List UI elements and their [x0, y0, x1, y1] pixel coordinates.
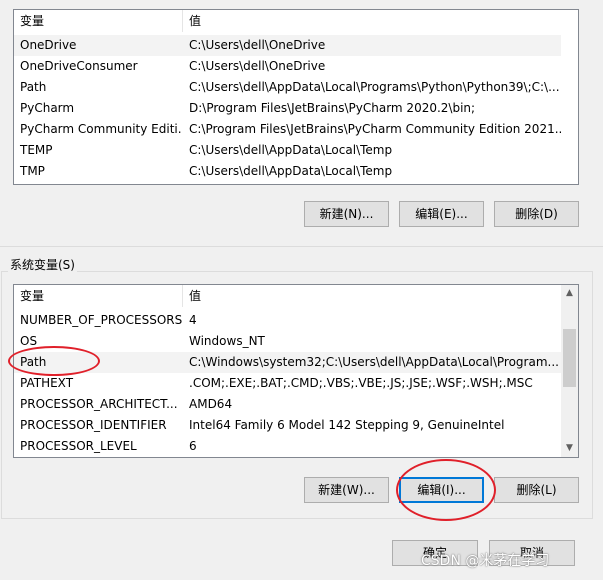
user-variables-header: 变量 值 [14, 10, 578, 32]
row-variable-name: PROCESSOR_ARCHITECT... [20, 397, 178, 411]
row-variable-name: OneDrive [20, 38, 77, 52]
row-variable-value: C:\Users\dell\AppData\Local\Temp [189, 143, 393, 157]
table-row[interactable]: OneDriveConsumer C:\Users\dell\OneDrive [14, 56, 561, 77]
scroll-up-arrow-icon[interactable]: ▲ [561, 285, 578, 302]
row-variable-value: Windows_NT [189, 334, 265, 348]
table-row[interactable]: TEMP C:\Users\dell\AppData\Local\Temp [14, 140, 561, 161]
row-variable-name: PyCharm Community Editi... [20, 122, 182, 136]
user-variables-list[interactable]: 变量 值 OneDrive C:\Users\dell\OneDrive One… [13, 9, 579, 185]
column-header-variable[interactable]: 变量 [14, 10, 182, 32]
path-highlight-circle [8, 346, 100, 376]
row-variable-value: C:\Users\dell\AppData\Local\Temp [189, 164, 393, 178]
row-variable-name: NUMBER_OF_PROCESSORS [20, 313, 182, 327]
row-variable-value: D:\Program Files\JetBrains\PyCharm 2020.… [189, 101, 476, 115]
table-row[interactable]: PyCharm D:\Program Files\JetBrains\PyCha… [14, 98, 561, 119]
row-variable-value: C:\Users\dell\OneDrive [189, 38, 326, 52]
system-variables-list[interactable]: 变量 值 NUMBER_OF_PROCESSORS 4 OS Windows_N… [13, 284, 579, 458]
row-variable-name: PROCESSOR_IDENTIFIER [20, 418, 167, 432]
table-row[interactable]: PROCESSOR_LEVEL 6 [14, 436, 561, 457]
row-variable-name: PROCESSOR_LEVEL [20, 439, 137, 453]
row-variable-value: AMD64 [189, 397, 233, 411]
scroll-down-arrow-icon[interactable]: ▼ [561, 440, 578, 457]
user-delete-button[interactable]: 删除(D) [494, 201, 579, 227]
row-variable-name: TEMP [20, 143, 53, 157]
user-edit-button[interactable]: 编辑(E)... [399, 201, 484, 227]
row-variable-value: .COM;.EXE;.BAT;.CMD;.VBS;.VBE;.JS;.JSE;.… [189, 376, 533, 390]
table-row[interactable]: PyCharm Community Editi... C:\Program Fi… [14, 119, 561, 140]
table-row[interactable]: NUMBER_OF_PROCESSORS 4 [14, 310, 561, 331]
row-variable-value: C:\Program Files\JetBrains\PyCharm Commu… [189, 122, 561, 136]
edit-button-highlight-circle [396, 459, 496, 521]
watermark: CSDN @米茅在学习 [421, 553, 550, 569]
vertical-scrollbar[interactable]: ▲ ▼ [561, 285, 578, 457]
column-header-variable[interactable]: 变量 [14, 285, 182, 307]
scrollbar-thumb[interactable] [563, 329, 576, 387]
system-new-button[interactable]: 新建(W)... [304, 477, 389, 503]
row-variable-name: PyCharm [20, 101, 75, 115]
row-variable-value: C:\Windows\system32;C:\Users\dell\AppDat… [189, 355, 559, 369]
table-row[interactable]: PROCESSOR_IDENTIFIER Intel64 Family 6 Mo… [14, 415, 561, 436]
column-header-value[interactable]: 值 [183, 285, 559, 307]
row-variable-value: 6 [189, 439, 197, 453]
table-row[interactable]: PATHEXT .COM;.EXE;.BAT;.CMD;.VBS;.VBE;.J… [14, 373, 561, 394]
table-row[interactable]: PROCESSOR_ARCHITECT... AMD64 [14, 394, 561, 415]
row-variable-name: PATHEXT [20, 376, 74, 390]
column-header-value[interactable]: 值 [183, 10, 563, 32]
row-variable-name: Path [20, 80, 47, 94]
row-variable-value: C:\Users\dell\AppData\Local\Programs\Pyt… [189, 80, 560, 94]
row-variable-value: Intel64 Family 6 Model 142 Stepping 9, G… [189, 418, 505, 432]
row-variable-value: C:\Users\dell\OneDrive [189, 59, 326, 73]
system-variables-header: 变量 值 [14, 285, 578, 307]
system-variables-label: 系统变量(S) [8, 258, 77, 272]
table-row[interactable]: OneDrive C:\Users\dell\OneDrive [14, 35, 561, 56]
row-variable-name: TMP [20, 164, 45, 178]
row-variable-value: 4 [189, 313, 197, 327]
user-variables-group-frame [0, 246, 603, 247]
table-row[interactable]: TMP C:\Users\dell\AppData\Local\Temp [14, 161, 561, 182]
table-row[interactable]: OS Windows_NT [14, 331, 561, 352]
user-new-button[interactable]: 新建(N)... [304, 201, 389, 227]
table-row[interactable]: Path C:\Users\dell\AppData\Local\Program… [14, 77, 561, 98]
row-variable-name: OneDriveConsumer [20, 59, 138, 73]
system-delete-button[interactable]: 删除(L) [494, 477, 579, 503]
